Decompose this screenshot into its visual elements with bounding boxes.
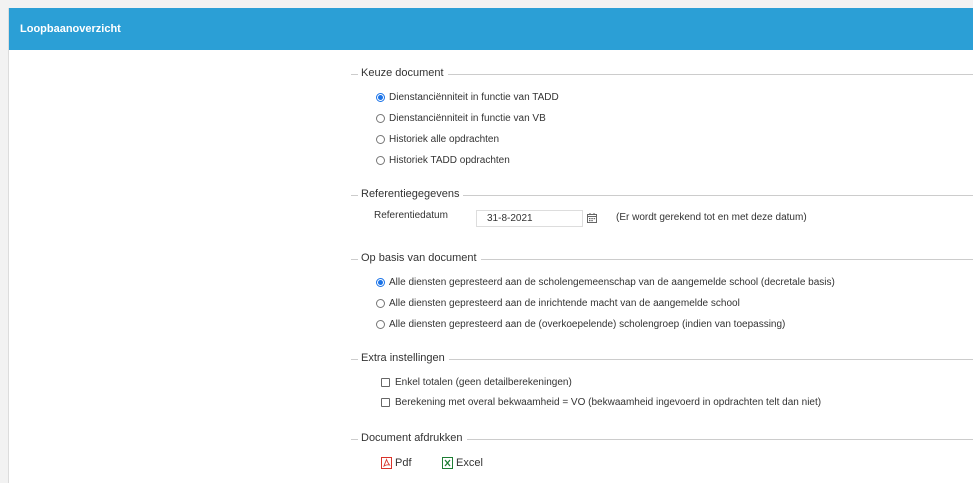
calendar-icon[interactable] [587,213,597,223]
referentiedatum-label: Referentiedatum [374,210,448,221]
pdf-button[interactable]: Pdf [381,457,412,469]
radio-option-historiek-tadd[interactable]: Historiek TADD opdrachten [376,155,510,166]
radio-button[interactable] [376,156,385,165]
pdf-icon [381,457,392,469]
fieldset-keuze-document: Keuze document Dienstanciënniteit in fun… [351,67,973,166]
excel-icon [442,457,453,469]
excel-button[interactable]: Excel [442,457,483,469]
radio-option-historiek-alle[interactable]: Historiek alle opdrachten [376,134,499,145]
page-title: Loopbaanoverzicht [20,23,121,35]
radio-option-scholengroep[interactable]: Alle diensten gepresteerd aan de (overko… [376,319,785,330]
main-panel: Loopbaanoverzicht Keuze document Diensta… [8,8,973,483]
fieldset-document-afdrukken: Document afdrukken Pdf Excel [351,432,973,469]
legend-referentiegegevens: Referentiegegevens [351,188,973,202]
radio-option-tadd[interactable]: Dienstanciënniteit in functie van TADD [376,92,559,103]
radio-option-inrichtende-macht[interactable]: Alle diensten gepresteerd aan de inricht… [376,298,740,309]
referentiedatum-input[interactable] [476,210,583,227]
checkbox[interactable] [381,378,390,387]
fieldset-extra-instellingen: Extra instellingen Enkel totalen (geen d… [351,352,973,408]
checkbox-option-enkel-totalen[interactable]: Enkel totalen (geen detailberekeningen) [381,377,572,388]
checkbox[interactable] [381,398,390,407]
radio-button[interactable] [376,299,385,308]
legend-op-basis-van-document: Op basis van document [351,252,973,266]
radio-option-scholengemeenschap[interactable]: Alle diensten gepresteerd aan de scholen… [376,277,835,288]
checkbox-option-bekwaamheid-vo[interactable]: Berekening met overal bekwaamheid = VO (… [381,397,821,408]
radio-option-vb[interactable]: Dienstanciënniteit in functie van VB [376,113,546,124]
radio-button[interactable] [376,320,385,329]
fieldset-referentiegegevens: Referentiegegevens Referentiedatum (Er w… [351,188,973,227]
radio-button[interactable] [376,135,385,144]
radio-button[interactable] [376,93,385,102]
referentiedatum-note: (Er wordt gerekend tot en met deze datum… [616,212,807,223]
legend-keuze-document: Keuze document [351,67,973,81]
legend-extra-instellingen: Extra instellingen [351,352,973,366]
legend-document-afdrukken: Document afdrukken [351,432,973,446]
radio-button[interactable] [376,278,385,287]
radio-button[interactable] [376,114,385,123]
fieldset-op-basis-van-document: Op basis van document Alle diensten gepr… [351,252,973,330]
header-bar: Loopbaanoverzicht [9,8,973,50]
